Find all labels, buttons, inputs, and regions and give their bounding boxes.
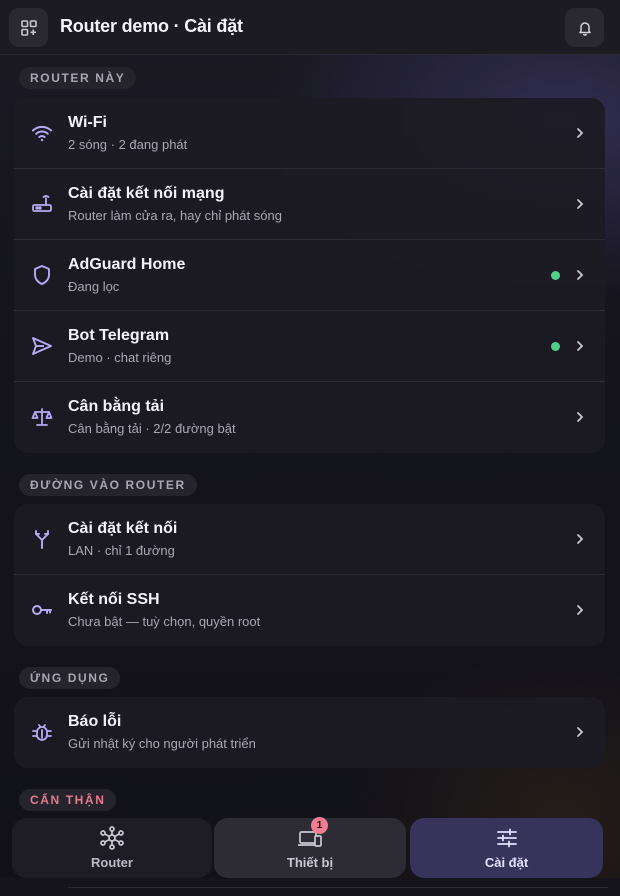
notifications-button[interactable] xyxy=(565,8,604,47)
status-dot xyxy=(551,342,560,351)
send-icon xyxy=(29,333,55,359)
balance-scale-icon xyxy=(29,404,55,430)
row-title: Cài đặt kết nối xyxy=(68,520,178,537)
router-icon xyxy=(29,191,55,217)
row-subtitle: Đang lọc xyxy=(68,279,120,294)
bug-icon xyxy=(29,719,55,745)
page-title: Router demo · Cài đặt xyxy=(60,16,243,36)
nav-tab-devices[interactable]: 1 Thiết bị xyxy=(214,817,406,878)
devices-icon: 1 xyxy=(297,817,328,850)
nav-tab-settings[interactable]: Cài đặt xyxy=(410,818,603,878)
apps-card: Báo lỗi Gửi nhật ký cho người phát triển xyxy=(14,697,605,768)
nav-label: Thiết bị xyxy=(286,855,334,870)
row-subtitle: Router làm cửa ra, hay chỉ phát sóng xyxy=(68,208,282,223)
chevron-right-icon xyxy=(577,128,584,138)
row-title: Kết nối SSH xyxy=(68,591,160,608)
settings-row-ssh[interactable]: Kết nối SSH Chưa bật — tuỳ chọn, quyền r… xyxy=(14,575,605,646)
status-dot xyxy=(551,271,560,280)
settings-row-adguard[interactable]: AdGuard Home Đang lọc xyxy=(14,240,605,311)
key-icon xyxy=(29,597,55,623)
chevron-right-icon xyxy=(577,270,584,280)
router-settings-card: Wi-Fi 2 sóng · 2 đang phát Cài đặt kết n… xyxy=(14,98,605,453)
bottom-navigation: Router 1 Thiết bị Cài đặt xyxy=(12,817,605,878)
nav-label: Cài đặt xyxy=(484,855,529,870)
section-label-danger: CẨN THẬN xyxy=(19,789,117,811)
top-bar: Router demo · Cài đặt xyxy=(0,0,620,55)
row-title: Cài đặt kết nối mạng xyxy=(68,185,225,202)
row-subtitle: Demo · chat riêng xyxy=(68,350,172,365)
sliders-icon xyxy=(495,826,519,850)
nav-tab-router[interactable]: Router xyxy=(12,818,212,878)
row-subtitle: Chưa bật — tuỳ chọn, quyền root xyxy=(68,614,261,629)
row-subtitle: 2 sóng · 2 đang phát xyxy=(68,137,188,152)
chevron-right-icon xyxy=(577,605,584,615)
chevron-right-icon xyxy=(577,727,584,737)
bell-icon xyxy=(578,21,591,36)
settings-row-load-balance[interactable]: Cân bằng tải Cân bằng tải · 2/2 đường bậ… xyxy=(14,382,605,453)
row-subtitle: Cân bằng tải · 2/2 đường bật xyxy=(68,421,236,436)
apps-add-button[interactable] xyxy=(9,8,48,47)
row-title: Báo lỗi xyxy=(68,713,122,730)
divider xyxy=(68,887,608,888)
row-subtitle: LAN · chỉ 1 đường xyxy=(68,543,175,558)
row-title: Wi-Fi xyxy=(68,114,107,131)
notification-badge: 1 xyxy=(311,817,328,834)
row-subtitle: Gửi nhật ký cho người phát triển xyxy=(68,736,256,751)
network-hub-icon xyxy=(99,826,125,850)
settings-row-wifi[interactable]: Wi-Fi 2 sóng · 2 đang phát xyxy=(14,98,605,169)
settings-row-connection[interactable]: Cài đặt kết nối LAN · chỉ 1 đường xyxy=(14,504,605,575)
shield-icon xyxy=(29,262,55,288)
wifi-icon xyxy=(29,120,55,146)
fork-icon xyxy=(29,526,55,552)
section-label-access: ĐƯỜNG VÀO ROUTER xyxy=(19,474,197,496)
apps-add-icon xyxy=(20,19,37,36)
row-title: Cân bằng tải xyxy=(68,398,165,415)
row-title: AdGuard Home xyxy=(68,256,186,273)
chevron-right-icon xyxy=(577,199,584,209)
row-title: Bot Telegram xyxy=(68,327,170,344)
chevron-right-icon xyxy=(577,534,584,544)
chevron-right-icon xyxy=(577,412,584,422)
nav-label: Router xyxy=(91,855,133,870)
settings-row-network[interactable]: Cài đặt kết nối mạng Router làm cửa ra, … xyxy=(14,169,605,240)
bottom-strip xyxy=(0,878,620,896)
router-access-card: Cài đặt kết nối LAN · chỉ 1 đường Kết nố… xyxy=(14,504,605,646)
chevron-right-icon xyxy=(577,341,584,351)
section-label-apps: ỨNG DỤNG xyxy=(19,667,121,689)
section-label-router: ROUTER NÀY xyxy=(19,67,137,89)
settings-row-telegram[interactable]: Bot Telegram Demo · chat riêng xyxy=(14,311,605,382)
settings-row-bug-report[interactable]: Báo lỗi Gửi nhật ký cho người phát triển xyxy=(14,697,605,768)
